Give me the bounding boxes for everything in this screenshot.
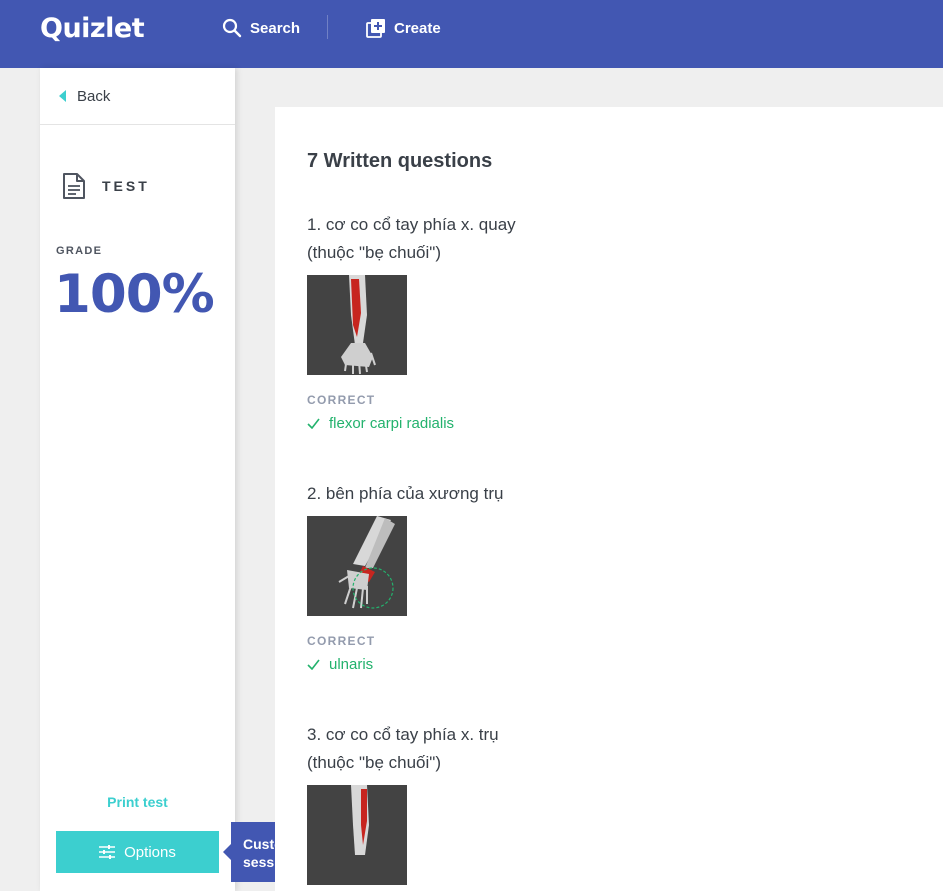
test-results-panel: 7 Written questions 1. cơ co cổ tay phía… — [275, 107, 943, 891]
options-label: Options — [124, 843, 176, 861]
create-icon — [366, 19, 385, 38]
mode-label: TEST — [102, 178, 150, 194]
question-prompt-line2: (thuộc "bẹ chuối") — [307, 243, 441, 262]
back-button[interactable]: Back — [40, 68, 235, 125]
top-nav-bar: Quizlet Search Create — [0, 0, 943, 68]
back-arrow-icon — [59, 90, 66, 102]
quizlet-logo[interactable]: Quizlet — [40, 13, 145, 44]
grade-value: 100% — [54, 264, 215, 325]
checkmark-icon — [307, 418, 320, 429]
answer-text: ulnaris — [329, 656, 374, 673]
document-icon — [63, 173, 85, 199]
question-prompt: 2. bên phía của xương trụ — [307, 484, 504, 503]
study-mode: TEST — [62, 172, 150, 200]
search-label: Search — [250, 19, 301, 37]
question-prompt: 3. cơ co cổ tay phía x. trụ — [307, 725, 499, 744]
question-item: 2. bên phía của xương trụ CORRECT ulnari… — [307, 480, 907, 673]
print-test-link[interactable]: Print test — [40, 794, 235, 810]
question-prompt-line2: (thuộc "bẹ chuối") — [307, 753, 441, 772]
question-image — [307, 516, 407, 616]
question-image — [307, 275, 407, 375]
sidebar: Back TEST GRADE 100% Print test Options — [40, 68, 235, 891]
question-prompt: 1. cơ co cổ tay phía x. quay — [307, 215, 516, 234]
create-label: Create — [394, 19, 441, 37]
checkmark-icon — [307, 659, 320, 670]
search-icon — [222, 18, 242, 38]
correct-answer: flexor carpi radialis — [307, 415, 907, 432]
question-item: 3. cơ co cổ tay phía x. trụ (thuộc "bẹ c… — [307, 721, 907, 885]
create-button[interactable]: Create — [366, 17, 441, 39]
answer-text: flexor carpi radialis — [329, 415, 455, 432]
search-button[interactable]: Search — [222, 17, 300, 39]
back-label: Back — [77, 87, 111, 105]
grade-label: GRADE — [56, 245, 103, 257]
answer-status: CORRECT — [307, 393, 376, 407]
nav-divider — [327, 15, 328, 39]
correct-answer: ulnaris — [307, 656, 907, 673]
answer-status: CORRECT — [307, 634, 376, 648]
question-item: 1. cơ co cổ tay phía x. quay (thuộc "bẹ … — [307, 211, 907, 432]
page-title: 7 Written questions — [307, 150, 493, 172]
question-image — [307, 785, 407, 885]
options-button[interactable]: Options — [56, 831, 219, 873]
sliders-icon — [99, 845, 116, 859]
